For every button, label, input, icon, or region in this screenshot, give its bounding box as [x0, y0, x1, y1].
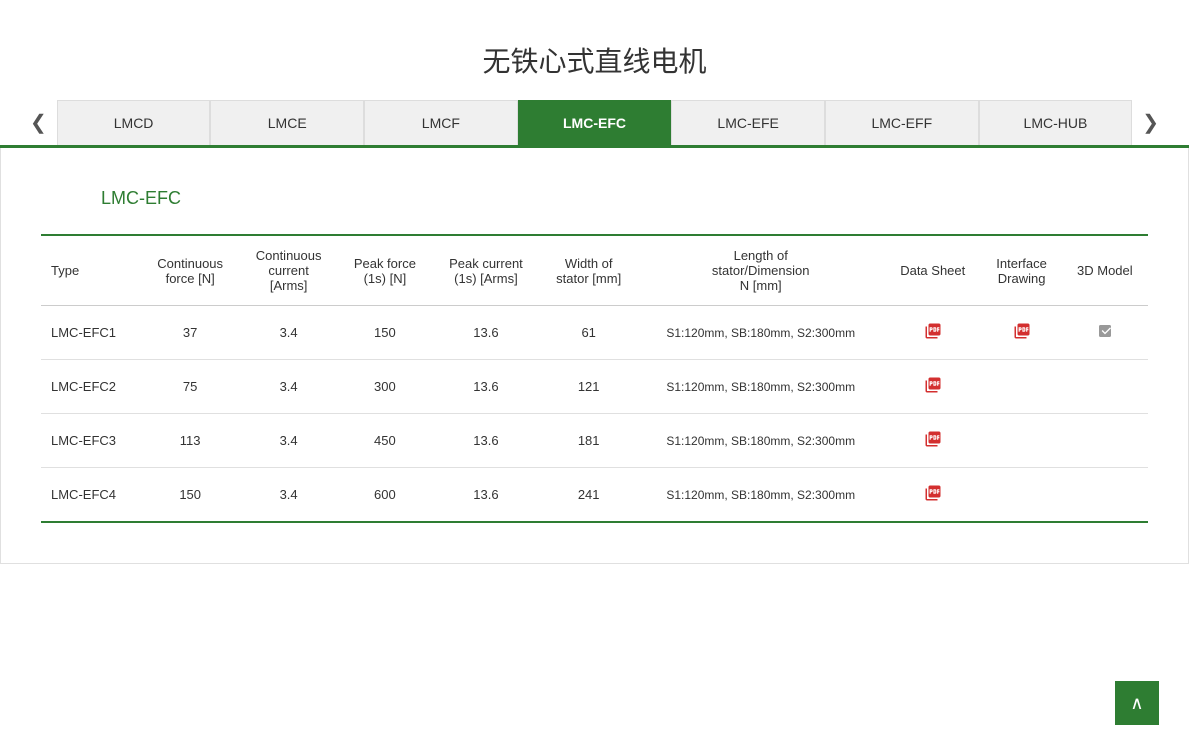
page-title: 无铁心式直线电机	[0, 0, 1189, 100]
col-header-peak-current: Peak current(1s) [Arms]	[432, 235, 540, 306]
cell-peak-force: 450	[338, 414, 432, 468]
cell-peak-current: 13.6	[432, 306, 540, 360]
cell-cont-force: 37	[141, 306, 239, 360]
col-header-cont-force: Continuousforce [N]	[141, 235, 239, 306]
cell-cont-force: 113	[141, 414, 239, 468]
cell-type: LMC-EFC3	[41, 414, 141, 468]
tab-navigation: ❮ LMCD LMCE LMCF LMC-EFC LMC-EFE LMC-EFF…	[0, 100, 1189, 148]
table-header-row: Type Continuousforce [N] Continuouscurre…	[41, 235, 1148, 306]
cell-cont-current: 3.4	[239, 414, 337, 468]
cell-width-stator: 181	[540, 414, 638, 468]
tab-lmc-hub[interactable]: LMC-HUB	[979, 100, 1133, 145]
tab-lmc-efe[interactable]: LMC-EFE	[671, 100, 825, 145]
cell-cont-current: 3.4	[239, 468, 337, 523]
cell-peak-current: 13.6	[432, 468, 540, 523]
col-header-data-sheet: Data Sheet	[884, 235, 982, 306]
tab-lmcf[interactable]: LMCF	[364, 100, 518, 145]
cell-length-stator: S1:120mm, SB:180mm, S2:300mm	[637, 468, 884, 523]
tab-lmcd[interactable]: LMCD	[57, 100, 211, 145]
cell-width-stator: 61	[540, 306, 638, 360]
section-title: LMC-EFC	[101, 188, 1148, 209]
col-header-width-stator: Width ofstator [mm]	[540, 235, 638, 306]
data-table: Type Continuousforce [N] Continuouscurre…	[41, 234, 1148, 523]
cell-type: LMC-EFC4	[41, 468, 141, 523]
cell-data-sheet[interactable]	[884, 468, 982, 523]
cell-peak-force: 600	[338, 468, 432, 523]
cell-interface-drawing[interactable]	[982, 306, 1062, 360]
col-header-type: Type	[41, 235, 141, 306]
cell-data-sheet[interactable]	[884, 360, 982, 414]
cell-length-stator: S1:120mm, SB:180mm, S2:300mm	[637, 414, 884, 468]
cell-interface-drawing[interactable]	[982, 360, 1062, 414]
prev-arrow[interactable]: ❮	[20, 110, 57, 135]
col-header-3d-model: 3D Model	[1062, 235, 1148, 306]
cell-data-sheet[interactable]	[884, 306, 982, 360]
cell-peak-current: 13.6	[432, 414, 540, 468]
cell-cont-force: 75	[141, 360, 239, 414]
tab-lmc-eff[interactable]: LMC-EFF	[825, 100, 979, 145]
table-row: LMC-EFC3 113 3.4 450 13.6 181 S1:120mm, …	[41, 414, 1148, 468]
cell-cont-force: 150	[141, 468, 239, 523]
cell-width-stator: 241	[540, 468, 638, 523]
table-row: LMC-EFC1 37 3.4 150 13.6 61 S1:120mm, SB…	[41, 306, 1148, 360]
tab-lmce[interactable]: LMCE	[210, 100, 364, 145]
cell-interface-drawing[interactable]	[982, 414, 1062, 468]
cell-3d-model[interactable]	[1062, 306, 1148, 360]
cell-3d-model[interactable]	[1062, 468, 1148, 523]
cell-3d-model[interactable]	[1062, 414, 1148, 468]
cell-3d-model[interactable]	[1062, 360, 1148, 414]
table-row: LMC-EFC2 75 3.4 300 13.6 121 S1:120mm, S…	[41, 360, 1148, 414]
page-wrapper: 无铁心式直线电机 ❮ LMCD LMCE LMCF LMC-EFC LMC-EF…	[0, 0, 1189, 564]
cell-peak-current: 13.6	[432, 360, 540, 414]
cell-width-stator: 121	[540, 360, 638, 414]
content-area: LMC-EFC Type Continuousforce [N] Continu…	[0, 148, 1189, 564]
cell-type: LMC-EFC1	[41, 306, 141, 360]
cell-peak-force: 150	[338, 306, 432, 360]
col-header-peak-force: Peak force(1s) [N]	[338, 235, 432, 306]
col-header-length-stator: Length ofstator/DimensionN [mm]	[637, 235, 884, 306]
cell-data-sheet[interactable]	[884, 414, 982, 468]
cell-peak-force: 300	[338, 360, 432, 414]
cell-interface-drawing[interactable]	[982, 468, 1062, 523]
table-row: LMC-EFC4 150 3.4 600 13.6 241 S1:120mm, …	[41, 468, 1148, 523]
col-header-cont-current: Continuouscurrent[Arms]	[239, 235, 337, 306]
cell-type: LMC-EFC2	[41, 360, 141, 414]
col-header-interface: InterfaceDrawing	[982, 235, 1062, 306]
scroll-top-button[interactable]: ∧	[1115, 681, 1159, 725]
cell-cont-current: 3.4	[239, 306, 337, 360]
tab-nav-items: LMCD LMCE LMCF LMC-EFC LMC-EFE LMC-EFF L…	[57, 100, 1132, 145]
tab-lmc-efc[interactable]: LMC-EFC	[518, 100, 672, 145]
cell-cont-current: 3.4	[239, 360, 337, 414]
next-arrow[interactable]: ❯	[1132, 110, 1169, 135]
cell-length-stator: S1:120mm, SB:180mm, S2:300mm	[637, 360, 884, 414]
cell-length-stator: S1:120mm, SB:180mm, S2:300mm	[637, 306, 884, 360]
